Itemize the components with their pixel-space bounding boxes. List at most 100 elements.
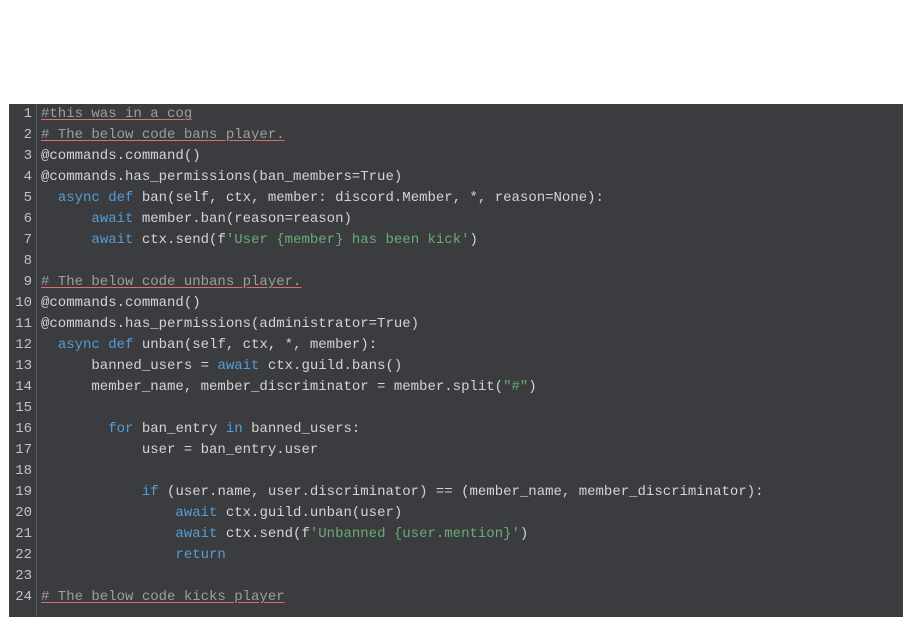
line-number: 15: [9, 398, 36, 419]
token-plain: banned_users:: [243, 421, 361, 437]
code-line[interactable]: [41, 566, 903, 587]
line-number: 17: [9, 440, 36, 461]
line-number: 10: [9, 293, 36, 314]
line-number: 5: [9, 188, 36, 209]
token-in: in: [226, 421, 243, 437]
line-number: 12: [9, 335, 36, 356]
line-number: 4: [9, 167, 36, 188]
code-line[interactable]: # The below code kicks player: [41, 587, 903, 608]
token-plain: [41, 190, 58, 206]
token-plain: ctx.guild.unban(user): [217, 505, 402, 521]
token-comment: # The below code kicks player: [41, 589, 285, 605]
code-area[interactable]: #this was in a cog # The below code bans …: [37, 104, 903, 617]
code-line[interactable]: member_name, member_discriminator = memb…: [41, 377, 903, 398]
line-number: 1: [9, 104, 36, 125]
token-for: for: [108, 421, 133, 437]
token-plain: @commands.command(): [41, 295, 201, 311]
code-line[interactable]: @commands.command(): [41, 146, 903, 167]
token-if: if: [142, 484, 159, 500]
line-number: 18: [9, 461, 36, 482]
code-line[interactable]: # The below code unbans player.: [41, 272, 903, 293]
code-line[interactable]: # The below code bans player.: [41, 125, 903, 146]
line-number-gutter: 123456789101112131415161718192021222324: [9, 104, 37, 617]
code-line[interactable]: async def unban(self, ctx, *, member):: [41, 335, 903, 356]
token-await: await: [91, 211, 133, 227]
token-plain: [41, 337, 58, 353]
token-plain: [41, 526, 175, 542]
token-plain: ctx.send(f: [217, 526, 309, 542]
code-line[interactable]: await ctx.guild.unban(user): [41, 503, 903, 524]
code-line[interactable]: @commands.has_permissions(ban_members=Tr…: [41, 167, 903, 188]
token-plain: [41, 421, 108, 437]
code-line[interactable]: await ctx.send(f'Unbanned {user.mention}…: [41, 524, 903, 545]
token-plain: ): [520, 526, 528, 542]
token-plain: unban(self, ctx, *, member):: [133, 337, 377, 353]
code-line[interactable]: [41, 251, 903, 272]
token-plain: member_name, member_discriminator = memb…: [41, 379, 503, 395]
token-plain: [100, 337, 108, 353]
line-number: 3: [9, 146, 36, 167]
token-comment: #this was in a cog: [41, 106, 192, 122]
token-comment: # The below code bans player.: [41, 127, 285, 143]
token-plain: member.ban(reason=reason): [133, 211, 351, 227]
token-plain: banned_users =: [41, 358, 217, 374]
token-plain: @commands.has_permissions(ban_members=Tr…: [41, 169, 402, 185]
line-number: 13: [9, 356, 36, 377]
line-number: 23: [9, 566, 36, 587]
token-await: await: [175, 526, 217, 542]
line-number: 16: [9, 419, 36, 440]
line-number: 14: [9, 377, 36, 398]
line-number: 21: [9, 524, 36, 545]
line-number: 6: [9, 209, 36, 230]
token-plain: [41, 211, 91, 227]
token-await: await: [175, 505, 217, 521]
code-line[interactable]: async def ban(self, ctx, member: discord…: [41, 188, 903, 209]
token-plain: ban(self, ctx, member: discord.Member, *…: [133, 190, 603, 206]
code-line[interactable]: @commands.command(): [41, 293, 903, 314]
token-plain: @commands.has_permissions(administrator=…: [41, 316, 419, 332]
code-line[interactable]: [41, 461, 903, 482]
token-keyword: def: [108, 337, 133, 353]
line-number: 20: [9, 503, 36, 524]
line-number: 22: [9, 545, 36, 566]
token-plain: ctx.guild.bans(): [259, 358, 402, 374]
token-string: "#": [503, 379, 528, 395]
code-line[interactable]: banned_users = await ctx.guild.bans(): [41, 356, 903, 377]
token-return: return: [175, 547, 225, 563]
token-comment: # The below code unbans player.: [41, 274, 301, 290]
token-plain: [41, 547, 175, 563]
token-plain: @commands.command(): [41, 148, 201, 164]
token-plain: [41, 484, 142, 500]
token-keyword: def: [108, 190, 133, 206]
token-async: async: [58, 190, 100, 206]
token-async: async: [58, 337, 100, 353]
token-plain: ban_entry: [133, 421, 225, 437]
code-line[interactable]: await ctx.send(f'User {member} has been …: [41, 230, 903, 251]
line-number: 24: [9, 587, 36, 608]
code-line[interactable]: user = ban_entry.user: [41, 440, 903, 461]
token-plain: (user.name, user.discriminator) == (memb…: [159, 484, 764, 500]
line-number: 8: [9, 251, 36, 272]
token-plain: ): [528, 379, 536, 395]
code-editor[interactable]: 123456789101112131415161718192021222324 …: [9, 104, 903, 617]
code-line[interactable]: @commands.has_permissions(administrator=…: [41, 314, 903, 335]
token-await: await: [91, 232, 133, 248]
token-plain: ): [470, 232, 478, 248]
token-string: 'Unbanned {user.mention}': [310, 526, 520, 542]
token-plain: ctx.send(f: [133, 232, 225, 248]
code-line[interactable]: for ban_entry in banned_users:: [41, 419, 903, 440]
line-number: 11: [9, 314, 36, 335]
code-line[interactable]: if (user.name, user.discriminator) == (m…: [41, 482, 903, 503]
token-plain: [100, 190, 108, 206]
code-line[interactable]: await member.ban(reason=reason): [41, 209, 903, 230]
line-number: 7: [9, 230, 36, 251]
line-number: 19: [9, 482, 36, 503]
token-plain: [41, 232, 91, 248]
token-plain: [41, 505, 175, 521]
code-line[interactable]: [41, 398, 903, 419]
token-string: 'User {member} has been kick': [226, 232, 470, 248]
code-line[interactable]: #this was in a cog: [41, 104, 903, 125]
token-await: await: [217, 358, 259, 374]
code-line[interactable]: return: [41, 545, 903, 566]
line-number: 2: [9, 125, 36, 146]
